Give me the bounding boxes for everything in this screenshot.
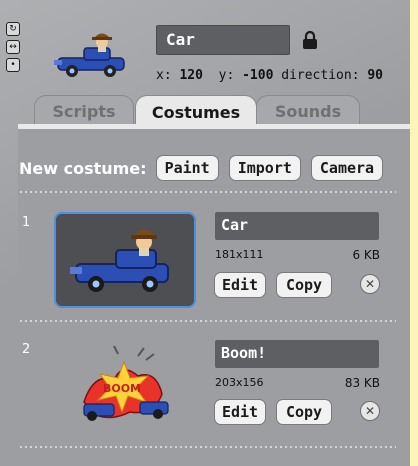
left-right-flip-icon[interactable]: ↔ [6, 40, 20, 54]
direction-value: 90 [367, 68, 384, 83]
costume-dimensions: 181x111 [215, 248, 264, 261]
costume-file-size: 6 KB [352, 248, 380, 262]
rotate-icon[interactable]: ↻ [6, 22, 20, 36]
car-costume-image [70, 229, 169, 292]
paint-button[interactable]: Paint [155, 155, 219, 181]
tab-scripts[interactable]: Scripts [34, 95, 134, 127]
sprite-thumbnail [54, 33, 125, 77]
sprite-panel: ↻ ↔ • Car x: 120 y: -100 direction: 90 S… [0, 0, 410, 466]
rotation-style-buttons: ↻ ↔ • [6, 22, 20, 72]
copy-button[interactable]: Copy [276, 272, 332, 298]
delete-costume-icon[interactable]: ✕ [360, 274, 380, 294]
new-costume-row: New costume: Paint Import Camera [19, 153, 393, 183]
costume-index: 1 [22, 215, 31, 230]
divider [20, 320, 396, 322]
x-value: 120 [179, 68, 203, 83]
camera-button[interactable]: Camera [310, 155, 384, 181]
lock-icon[interactable] [302, 30, 318, 50]
divider [20, 191, 396, 193]
costume-index: 2 [22, 342, 31, 357]
costume-thumbnail-car[interactable] [54, 212, 196, 308]
costume-dimensions: 203x156 [215, 376, 264, 389]
x-label: x: [156, 68, 172, 83]
copy-button[interactable]: Copy [276, 399, 332, 425]
sprite-name-field[interactable]: Car [156, 25, 290, 55]
tab-sounds[interactable]: Sounds [256, 95, 360, 127]
costume-name-field[interactable]: Car [215, 212, 379, 240]
costume-thumbnail-boom[interactable]: BOOM [74, 342, 174, 422]
y-value: -100 [242, 68, 274, 83]
delete-costume-icon[interactable]: ✕ [360, 401, 380, 421]
new-costume-label: New costume: [19, 158, 147, 178]
y-label: y: [218, 68, 235, 83]
costume-name-field[interactable]: Boom! [215, 340, 379, 368]
sprite-position-readout: x: 120 y: -100 direction: 90 [156, 68, 383, 83]
direction-label: direction: [281, 68, 360, 83]
edit-button[interactable]: Edit [214, 272, 266, 298]
edit-button[interactable]: Edit [214, 399, 266, 425]
import-button[interactable]: Import [228, 155, 301, 181]
dont-rotate-icon[interactable]: • [6, 58, 20, 72]
divider [20, 446, 396, 448]
costume-file-size: 83 KB [344, 376, 380, 390]
boom-text: BOOM [103, 382, 141, 395]
